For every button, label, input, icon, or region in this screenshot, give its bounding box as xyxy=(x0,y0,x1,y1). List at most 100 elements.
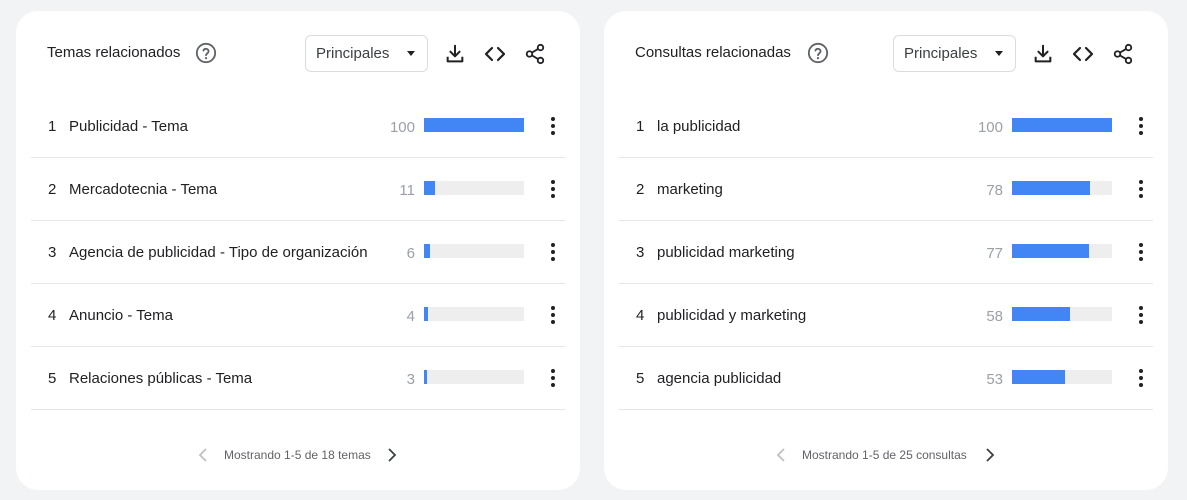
value-bar-fill xyxy=(1012,370,1065,384)
row-value: 58 xyxy=(986,308,1003,325)
row-label[interactable]: Mercadotecnia - Tema xyxy=(69,181,217,198)
share-icon[interactable] xyxy=(522,41,548,67)
chevron-left-icon[interactable] xyxy=(195,447,211,463)
more-vert-icon[interactable] xyxy=(1132,367,1150,389)
row-value: 4 xyxy=(406,308,415,325)
topics-list: 1 Publicidad - Tema 100 2 Mercadotecnia … xyxy=(31,95,565,410)
value-bar xyxy=(424,118,524,132)
more-vert-icon[interactable] xyxy=(544,178,562,200)
value-bar xyxy=(1012,118,1112,132)
pagination-text: Mostrando 1-5 de 25 consultas xyxy=(802,448,967,462)
sort-dropdown[interactable]: Principales xyxy=(305,35,428,72)
row-value: 100 xyxy=(389,119,415,136)
more-vert-icon[interactable] xyxy=(544,304,562,326)
pagination: Mostrando 1-5 de 18 temas xyxy=(16,443,580,467)
value-bar-fill xyxy=(424,307,428,321)
download-icon[interactable] xyxy=(442,41,468,67)
list-item[interactable]: 3 publicidad marketing 77 xyxy=(619,221,1153,284)
row-value: 77 xyxy=(986,245,1003,262)
row-label[interactable]: Anuncio - Tema xyxy=(69,307,173,324)
row-label[interactable]: publicidad marketing xyxy=(657,244,795,261)
row-label[interactable]: Publicidad - Tema xyxy=(69,118,188,135)
list-item[interactable]: 4 Anuncio - Tema 4 xyxy=(31,284,565,347)
value-bar xyxy=(1012,307,1112,321)
row-value: 78 xyxy=(986,182,1003,199)
row-rank: 1 xyxy=(636,118,645,135)
row-value: 53 xyxy=(986,371,1003,388)
help-icon[interactable] xyxy=(807,42,829,64)
download-icon[interactable] xyxy=(1030,41,1056,67)
card-title: Temas relacionados xyxy=(47,44,181,61)
list-item[interactable]: 2 marketing 78 xyxy=(619,158,1153,221)
value-bar xyxy=(424,370,524,384)
list-item[interactable]: 1 Publicidad - Tema 100 xyxy=(31,95,565,158)
row-rank: 3 xyxy=(636,244,645,261)
value-bar xyxy=(424,244,524,258)
more-vert-icon[interactable] xyxy=(544,367,562,389)
more-vert-icon[interactable] xyxy=(1132,178,1150,200)
row-label[interactable]: marketing xyxy=(657,181,723,198)
row-rank: 2 xyxy=(48,181,57,198)
related-topics-card: Temas relacionados Principales 1 Publici… xyxy=(16,11,580,490)
row-value: 100 xyxy=(977,119,1003,136)
row-rank: 1 xyxy=(48,118,57,135)
value-bar-fill xyxy=(1012,307,1070,321)
card-header: Consultas relacionadas Principales xyxy=(604,35,1168,72)
row-rank: 5 xyxy=(636,370,645,387)
list-item[interactable]: 2 Mercadotecnia - Tema 11 xyxy=(31,158,565,221)
row-label[interactable]: publicidad y marketing xyxy=(657,307,806,324)
row-rank: 2 xyxy=(636,181,645,198)
more-vert-icon[interactable] xyxy=(1132,115,1150,137)
row-value: 6 xyxy=(406,245,415,262)
caret-down-icon xyxy=(407,51,415,56)
row-rank: 5 xyxy=(48,370,57,387)
value-bar-fill xyxy=(424,118,524,132)
row-label[interactable]: Relaciones públicas - Tema xyxy=(69,370,252,387)
list-item[interactable]: 5 Relaciones públicas - Tema 3 xyxy=(31,347,565,410)
chevron-left-icon[interactable] xyxy=(773,447,789,463)
row-label[interactable]: agencia publicidad xyxy=(657,370,781,387)
chevron-right-icon[interactable] xyxy=(384,447,400,463)
row-rank: 4 xyxy=(636,307,645,324)
value-bar-fill xyxy=(1012,118,1112,132)
related-queries-card: Consultas relacionadas Principales 1 la … xyxy=(604,11,1168,490)
chevron-right-icon[interactable] xyxy=(982,447,998,463)
more-vert-icon[interactable] xyxy=(544,241,562,263)
value-bar-fill xyxy=(1012,181,1090,195)
value-bar xyxy=(424,181,524,195)
dropdown-label: Principales xyxy=(316,45,390,62)
sort-dropdown[interactable]: Principales xyxy=(893,35,1016,72)
help-icon[interactable] xyxy=(195,42,217,64)
code-icon[interactable] xyxy=(482,41,508,67)
more-vert-icon[interactable] xyxy=(544,115,562,137)
value-bar xyxy=(1012,181,1112,195)
value-bar xyxy=(1012,370,1112,384)
card-header: Temas relacionados Principales xyxy=(16,35,580,72)
pagination: Mostrando 1-5 de 25 consultas xyxy=(604,443,1168,467)
value-bar-fill xyxy=(424,244,430,258)
more-vert-icon[interactable] xyxy=(1132,241,1150,263)
value-bar-fill xyxy=(424,370,427,384)
card-title: Consultas relacionadas xyxy=(635,44,791,61)
row-label[interactable]: Agencia de publicidad - Tipo de organiza… xyxy=(69,244,368,261)
code-icon[interactable] xyxy=(1070,41,1096,67)
row-value: 3 xyxy=(406,371,415,388)
row-label[interactable]: la publicidad xyxy=(657,118,740,135)
list-item[interactable]: 4 publicidad y marketing 58 xyxy=(619,284,1153,347)
row-rank: 3 xyxy=(48,244,57,261)
value-bar xyxy=(424,307,524,321)
more-vert-icon[interactable] xyxy=(1132,304,1150,326)
list-item[interactable]: 1 la publicidad 100 xyxy=(619,95,1153,158)
list-item[interactable]: 5 agencia publicidad 53 xyxy=(619,347,1153,410)
value-bar-fill xyxy=(1012,244,1089,258)
row-rank: 4 xyxy=(48,307,57,324)
list-item[interactable]: 3 Agencia de publicidad - Tipo de organi… xyxy=(31,221,565,284)
value-bar-fill xyxy=(424,181,435,195)
value-bar xyxy=(1012,244,1112,258)
caret-down-icon xyxy=(995,51,1003,56)
share-icon[interactable] xyxy=(1110,41,1136,67)
pagination-text: Mostrando 1-5 de 18 temas xyxy=(224,448,371,462)
dropdown-label: Principales xyxy=(904,45,978,62)
row-value: 11 xyxy=(399,182,415,199)
queries-list: 1 la publicidad 100 2 marketing 78 3 pub… xyxy=(619,95,1153,410)
